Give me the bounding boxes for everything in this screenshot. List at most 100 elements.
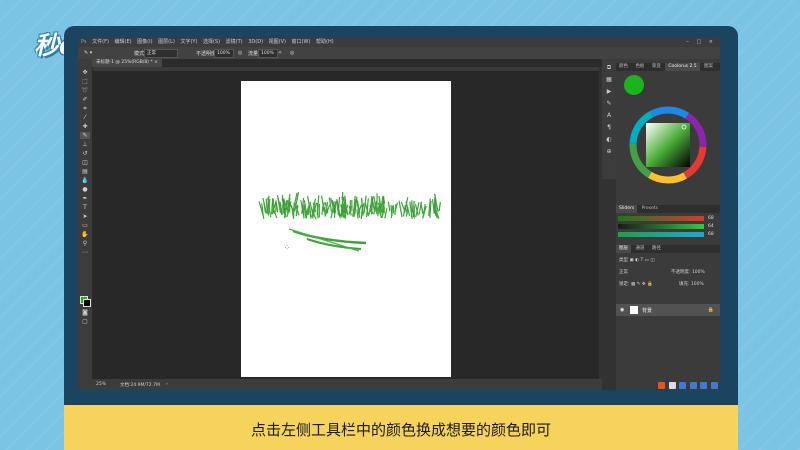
menu-3d[interactable]: 3D(D) — [248, 39, 263, 46]
shape-tool-icon[interactable]: ▭ — [80, 222, 90, 229]
history-icon[interactable]: ⧉ — [606, 65, 612, 71]
menu-image[interactable]: 图像(I) — [137, 39, 152, 46]
menu-help[interactable]: 帮助(H) — [316, 39, 334, 46]
tab-swatches[interactable]: 色板 — [632, 63, 647, 71]
menu-window[interactable]: 窗口(W) — [292, 39, 311, 46]
collapsed-panels-strip: ⧉ ▦ ▶ ✎ A ¶ ◐ ⊕ — [602, 59, 616, 179]
slider-green-value: 64 — [708, 224, 714, 229]
tab-presets[interactable]: Presets — [639, 205, 661, 213]
properties-icon[interactable]: ▦ — [606, 77, 612, 83]
opacity-field[interactable]: 100% — [214, 49, 234, 58]
paragraph-icon[interactable]: ¶ — [606, 125, 612, 131]
layer-filter-kind[interactable]: 类型 ▣ ◐ T ▭ ◫ — [619, 257, 655, 263]
airbrush-icon[interactable]: ✧ — [278, 50, 282, 56]
microphone-icon[interactable] — [679, 382, 687, 389]
dodge-tool-icon[interactable]: ● — [80, 186, 90, 193]
caption-bar: 点击左侧工具栏中的颜色换成想要的颜色即可 — [64, 405, 738, 450]
slider-red[interactable]: 68 — [618, 216, 718, 221]
mode-select[interactable]: 正常 — [144, 49, 178, 58]
marquee-tool-icon[interactable]: ⬚ — [80, 78, 90, 85]
menu-select[interactable]: 选择(S) — [203, 39, 220, 46]
layer-row-background[interactable]: ◉ 背景 🔒 — [616, 304, 720, 316]
tab-color[interactable]: 颜色 — [616, 63, 631, 71]
window-controls[interactable]: – □ × — [686, 39, 716, 45]
layer-kind-label: 类型 — [619, 258, 628, 263]
character-icon[interactable]: A — [606, 113, 612, 119]
slider-blue[interactable]: 68 — [618, 232, 718, 237]
shirt-icon[interactable] — [700, 382, 708, 389]
lasso-tool-icon[interactable]: ➰ — [80, 87, 90, 94]
tab-channels[interactable]: 通道 — [632, 245, 647, 253]
quick-select-tool-icon[interactable]: ✐ — [80, 96, 90, 103]
blur-tool-icon[interactable]: 💧 — [80, 177, 90, 184]
layer-name: 背景 — [642, 308, 653, 314]
slider-tabs: Sliders Presets — [616, 205, 720, 213]
menu-bar: Ps 文件(F) 编辑(E) 图像(I) 图层(L) 文字(Y) 选择(S) 滤… — [78, 38, 720, 47]
more-tools-icon[interactable]: ⋯ — [80, 249, 90, 256]
visibility-eye-icon[interactable]: ◉ — [620, 307, 624, 313]
layer-fill[interactable]: 填充: 100% — [679, 281, 704, 287]
brush-preset-icon[interactable]: ✎ ▾ — [84, 50, 92, 56]
filter-icons[interactable]: ▣ ◐ T ▭ ◫ — [629, 258, 654, 263]
tab-sliders[interactable]: Sliders — [616, 205, 638, 213]
brush-cursor-icon: ⁘ — [284, 244, 290, 252]
eyedropper-tool-icon[interactable]: ⁄ — [80, 114, 90, 121]
layer-thumbnail — [630, 306, 638, 314]
blend-opacity-row: 正常 不透明度: 100% — [619, 269, 717, 275]
history-brush-icon[interactable]: ↺ — [80, 150, 90, 157]
photoshop-window: Ps 文件(F) 编辑(E) 图像(I) 图层(L) 文字(Y) 选择(S) 滤… — [78, 38, 720, 390]
apps-icon[interactable] — [711, 382, 718, 389]
pen-tool-icon[interactable]: ✒ — [80, 195, 90, 202]
screen-mode-icon[interactable]: ▢ — [80, 318, 90, 325]
menu-file[interactable]: 文件(F) — [92, 39, 109, 46]
current-color-preview[interactable] — [624, 75, 644, 95]
brush-tool-icon[interactable]: ✎ — [80, 132, 90, 139]
tab-layers[interactable]: 图层 — [616, 245, 631, 253]
move-tool-icon[interactable]: ✥ — [80, 69, 90, 76]
lock-label: 锁定: — [619, 282, 630, 287]
tab-coolorus[interactable]: Coolorus 2.5 — [665, 63, 700, 71]
color-wheel[interactable] — [628, 105, 708, 189]
adjustments-icon[interactable]: ◐ — [606, 137, 612, 143]
ime-s-icon[interactable] — [658, 382, 666, 389]
flow-field[interactable]: 100% — [258, 49, 278, 58]
pressure-size-icon[interactable]: ◎ — [290, 50, 294, 56]
lock-icons[interactable]: ▩ ✎ ✥ 🔒 — [631, 282, 653, 287]
close-tab-icon[interactable]: × — [154, 60, 158, 65]
hand-tool-icon[interactable]: ✋ — [80, 231, 90, 238]
path-select-tool-icon[interactable]: ➤ — [80, 213, 90, 220]
tab-patterns[interactable]: 图案 — [701, 63, 716, 71]
document-canvas[interactable]: ⁘ — [241, 81, 451, 377]
zoom-tool-icon[interactable]: ⚲ — [80, 240, 90, 247]
background-color-swatch[interactable] — [83, 299, 91, 307]
crop-tool-icon[interactable]: ⌗ — [80, 105, 90, 112]
menu-type[interactable]: 文字(Y) — [180, 39, 197, 46]
menu-view[interactable]: 视图(V) — [269, 39, 286, 46]
ruler — [93, 67, 599, 71]
menu-edit[interactable]: 编辑(E) — [115, 39, 132, 46]
ime-mode-icon[interactable] — [668, 382, 676, 389]
document-tab[interactable]: 未标题-1 @ 25%(RGB/8) * × — [92, 59, 162, 67]
pressure-opacity-icon[interactable]: ◎ — [238, 50, 242, 56]
blend-mode-select[interactable]: 正常 — [619, 270, 628, 275]
quick-mask-icon[interactable]: ◙ — [80, 309, 90, 316]
zoom-level[interactable]: 25% — [96, 382, 106, 387]
clone-source-icon[interactable]: ⊕ — [606, 149, 612, 155]
actions-icon[interactable]: ▶ — [606, 89, 612, 95]
menu-layer[interactable]: 图层(L) — [158, 39, 175, 46]
brush-settings-icon[interactable]: ✎ — [606, 101, 612, 107]
keyboard-icon[interactable] — [689, 382, 697, 389]
slider-red-value: 68 — [708, 216, 714, 221]
slider-green[interactable]: 64 — [618, 224, 718, 229]
type-tool-icon[interactable]: T — [80, 204, 90, 211]
menu-filter[interactable]: 滤镜(T) — [226, 39, 243, 46]
eraser-tool-icon[interactable]: ◫ — [80, 159, 90, 166]
tab-paths[interactable]: 路径 — [649, 245, 664, 253]
stamp-tool-icon[interactable]: ⊥ — [80, 141, 90, 148]
status-arrow-icon[interactable]: › — [166, 382, 168, 387]
tab-gradients[interactable]: 渐变 — [649, 63, 664, 71]
color-panel-tabs: 颜色 色板 渐变 Coolorus 2.5 图案 — [616, 63, 720, 71]
healing-tool-icon[interactable]: ✚ — [80, 123, 90, 130]
gradient-tool-icon[interactable]: ▤ — [80, 168, 90, 175]
layer-opacity[interactable]: 不透明度: 100% — [671, 269, 705, 275]
